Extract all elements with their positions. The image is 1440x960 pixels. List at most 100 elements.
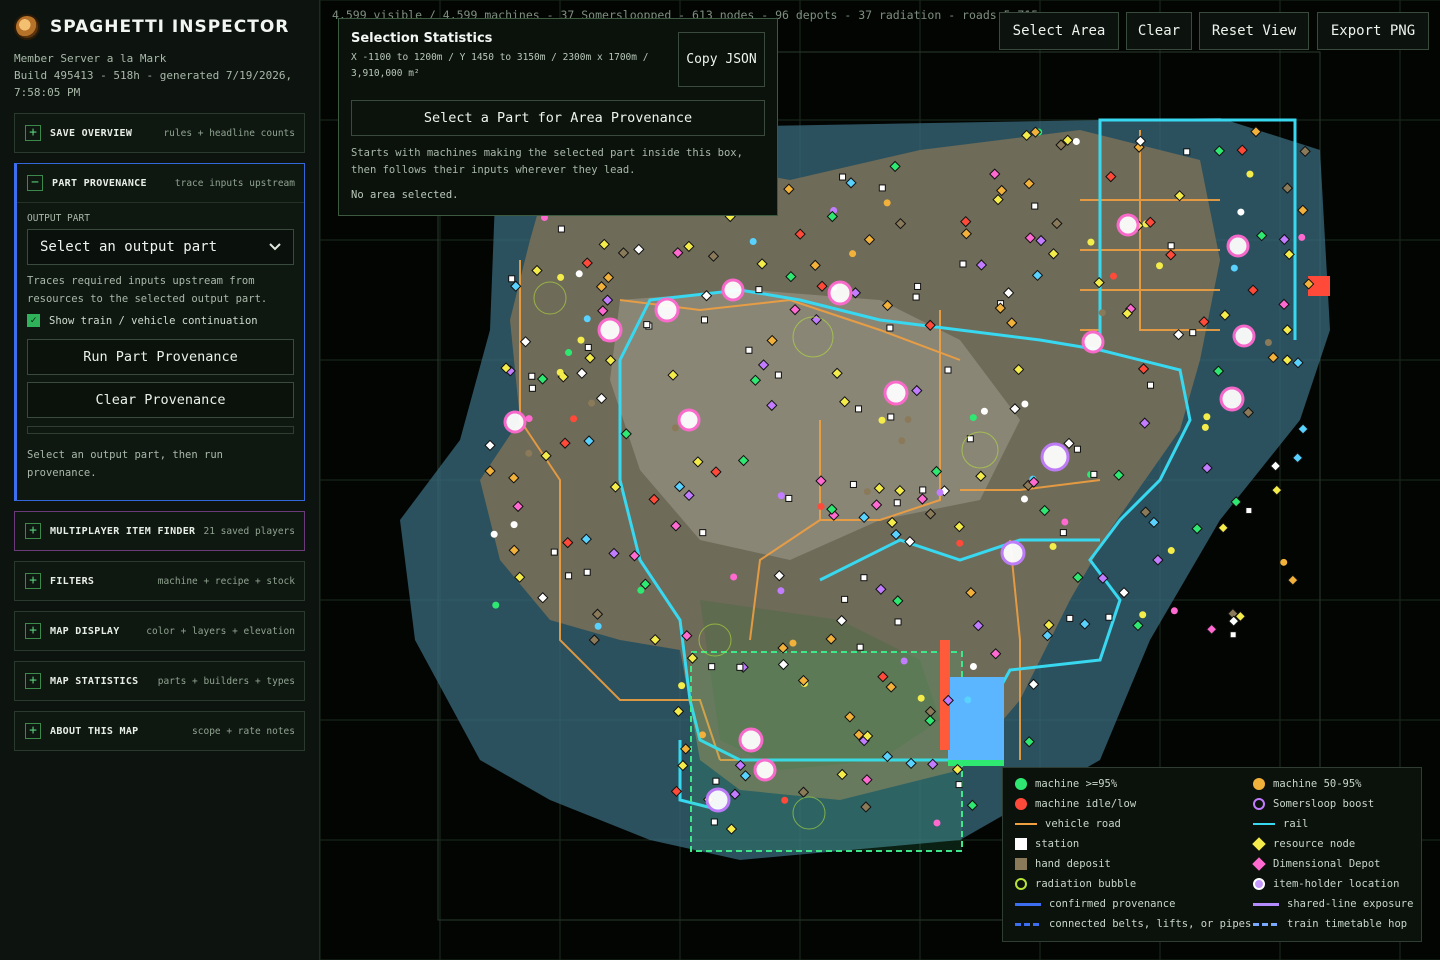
machine-marker[interactable] [525, 415, 533, 423]
machine-marker[interactable] [588, 399, 596, 407]
machine-marker[interactable] [557, 273, 565, 281]
panel-about-header[interactable]: + ABOUT THIS MAP scope + rate notes [15, 712, 304, 750]
station-marker[interactable] [894, 618, 902, 626]
machine-marker[interactable] [878, 416, 886, 424]
machine-marker[interactable] [1298, 233, 1306, 241]
machine-marker[interactable] [699, 731, 707, 739]
copy-json-button[interactable]: Copy JSON [678, 32, 765, 87]
machine-marker[interactable] [1098, 309, 1106, 317]
machine-marker[interactable] [917, 694, 925, 702]
machine-marker[interactable] [575, 270, 583, 278]
machine-marker[interactable] [594, 622, 602, 630]
station-marker[interactable] [1147, 381, 1155, 389]
machine-marker[interactable] [749, 238, 757, 246]
panel-map-display-header[interactable]: + MAP DISPLAY color + layers + elevation [15, 612, 304, 650]
panel-filters-header[interactable]: + FILTERS machine + recipe + stock [15, 562, 304, 600]
somersloop-marker[interactable] [705, 787, 731, 813]
machine-marker[interactable] [1264, 339, 1272, 347]
station-marker[interactable] [710, 818, 718, 826]
machine-marker[interactable] [789, 639, 797, 647]
panel-save-overview-header[interactable]: + SAVE OVERVIEW rules + headline counts [15, 114, 304, 152]
resource-node-marker[interactable] [1269, 460, 1282, 472]
station-marker[interactable] [701, 316, 709, 324]
machine-marker[interactable] [1167, 547, 1175, 555]
station-marker[interactable] [1090, 470, 1098, 478]
station-marker[interactable] [584, 343, 592, 351]
machine-marker[interactable] [1237, 208, 1245, 216]
selection-box[interactable] [690, 651, 963, 852]
machine-marker[interactable] [936, 488, 944, 496]
machine-marker[interactable] [730, 573, 738, 581]
machine-marker[interactable] [1049, 542, 1057, 550]
resource-node-marker[interactable] [1291, 452, 1304, 464]
machine-marker[interactable] [1203, 413, 1211, 421]
machine-marker[interactable] [964, 696, 972, 704]
station-marker[interactable] [1073, 445, 1081, 453]
reset-view-button[interactable]: Reset View [1199, 12, 1309, 50]
somersloop-marker[interactable] [738, 727, 764, 753]
machine-marker[interactable] [492, 601, 500, 609]
clear-button[interactable]: Clear [1126, 12, 1192, 50]
station-marker[interactable] [1105, 613, 1113, 621]
somersloop-marker[interactable] [677, 408, 701, 432]
machine-marker[interactable] [510, 521, 518, 529]
station-marker[interactable] [550, 548, 558, 556]
machine-marker[interactable] [671, 424, 679, 432]
machine-marker[interactable] [1020, 495, 1028, 503]
machine-marker[interactable] [678, 682, 686, 690]
machine-marker[interactable] [980, 407, 988, 415]
station-marker[interactable] [849, 480, 857, 488]
somersloop-marker[interactable] [1226, 234, 1250, 258]
machine-marker[interactable] [781, 796, 789, 804]
machine-marker[interactable] [1170, 607, 1178, 615]
machine-marker[interactable] [1230, 264, 1238, 272]
checkbox-checked-icon[interactable]: ✓ [27, 314, 40, 327]
machine-marker[interactable] [525, 449, 533, 457]
station-marker[interactable] [528, 372, 536, 380]
machine-marker[interactable] [777, 587, 785, 595]
station-marker[interactable] [944, 366, 952, 374]
machine-marker[interactable] [898, 437, 906, 445]
select-area-button[interactable]: Select Area [999, 12, 1119, 50]
station-marker[interactable] [855, 405, 863, 413]
machine-marker[interactable] [969, 414, 977, 422]
station-marker[interactable] [745, 346, 753, 354]
station-marker[interactable] [1167, 242, 1175, 250]
machine-marker[interactable] [1246, 170, 1254, 178]
station-marker[interactable] [755, 286, 763, 294]
machine-marker[interactable] [956, 539, 964, 547]
somersloop-marker[interactable] [721, 278, 745, 302]
machine-marker[interactable] [583, 315, 591, 323]
station-marker[interactable] [912, 293, 920, 301]
station-marker[interactable] [914, 282, 922, 290]
machine-marker[interactable] [883, 199, 891, 207]
somersloop-marker[interactable] [597, 317, 623, 343]
area-provenance-button[interactable]: Select a Part for Area Provenance [351, 100, 765, 136]
somersloop-marker[interactable] [503, 410, 527, 434]
resource-node-marker[interactable] [1205, 623, 1218, 635]
somersloop-marker[interactable] [827, 280, 853, 306]
station-marker[interactable] [1183, 148, 1191, 156]
station-marker[interactable] [528, 384, 536, 392]
machine-marker[interactable] [637, 586, 645, 594]
station-marker[interactable] [699, 529, 707, 537]
somersloop-marker[interactable] [1000, 540, 1026, 566]
station-marker[interactable] [955, 781, 963, 789]
machine-marker[interactable] [900, 657, 908, 665]
station-marker[interactable] [708, 663, 716, 671]
machine-marker[interactable] [1280, 558, 1288, 566]
machine-marker[interactable] [1021, 400, 1029, 408]
machine-marker[interactable] [1061, 518, 1069, 526]
station-marker[interactable] [583, 568, 591, 576]
machine-marker[interactable] [570, 415, 578, 423]
train-continuation-toggle[interactable]: ✓ Show train / vehicle continuation [27, 314, 294, 327]
station-marker[interactable] [887, 413, 895, 421]
machine-marker[interactable] [1109, 272, 1117, 280]
somersloop-marker[interactable] [1081, 330, 1105, 354]
station-marker[interactable] [565, 572, 573, 580]
machine-marker[interactable] [1087, 238, 1095, 246]
machine-marker[interactable] [565, 349, 573, 357]
export-png-button[interactable]: Export PNG [1317, 12, 1429, 50]
run-provenance-button[interactable]: Run Part Provenance [27, 339, 294, 375]
station-marker[interactable] [785, 494, 793, 502]
